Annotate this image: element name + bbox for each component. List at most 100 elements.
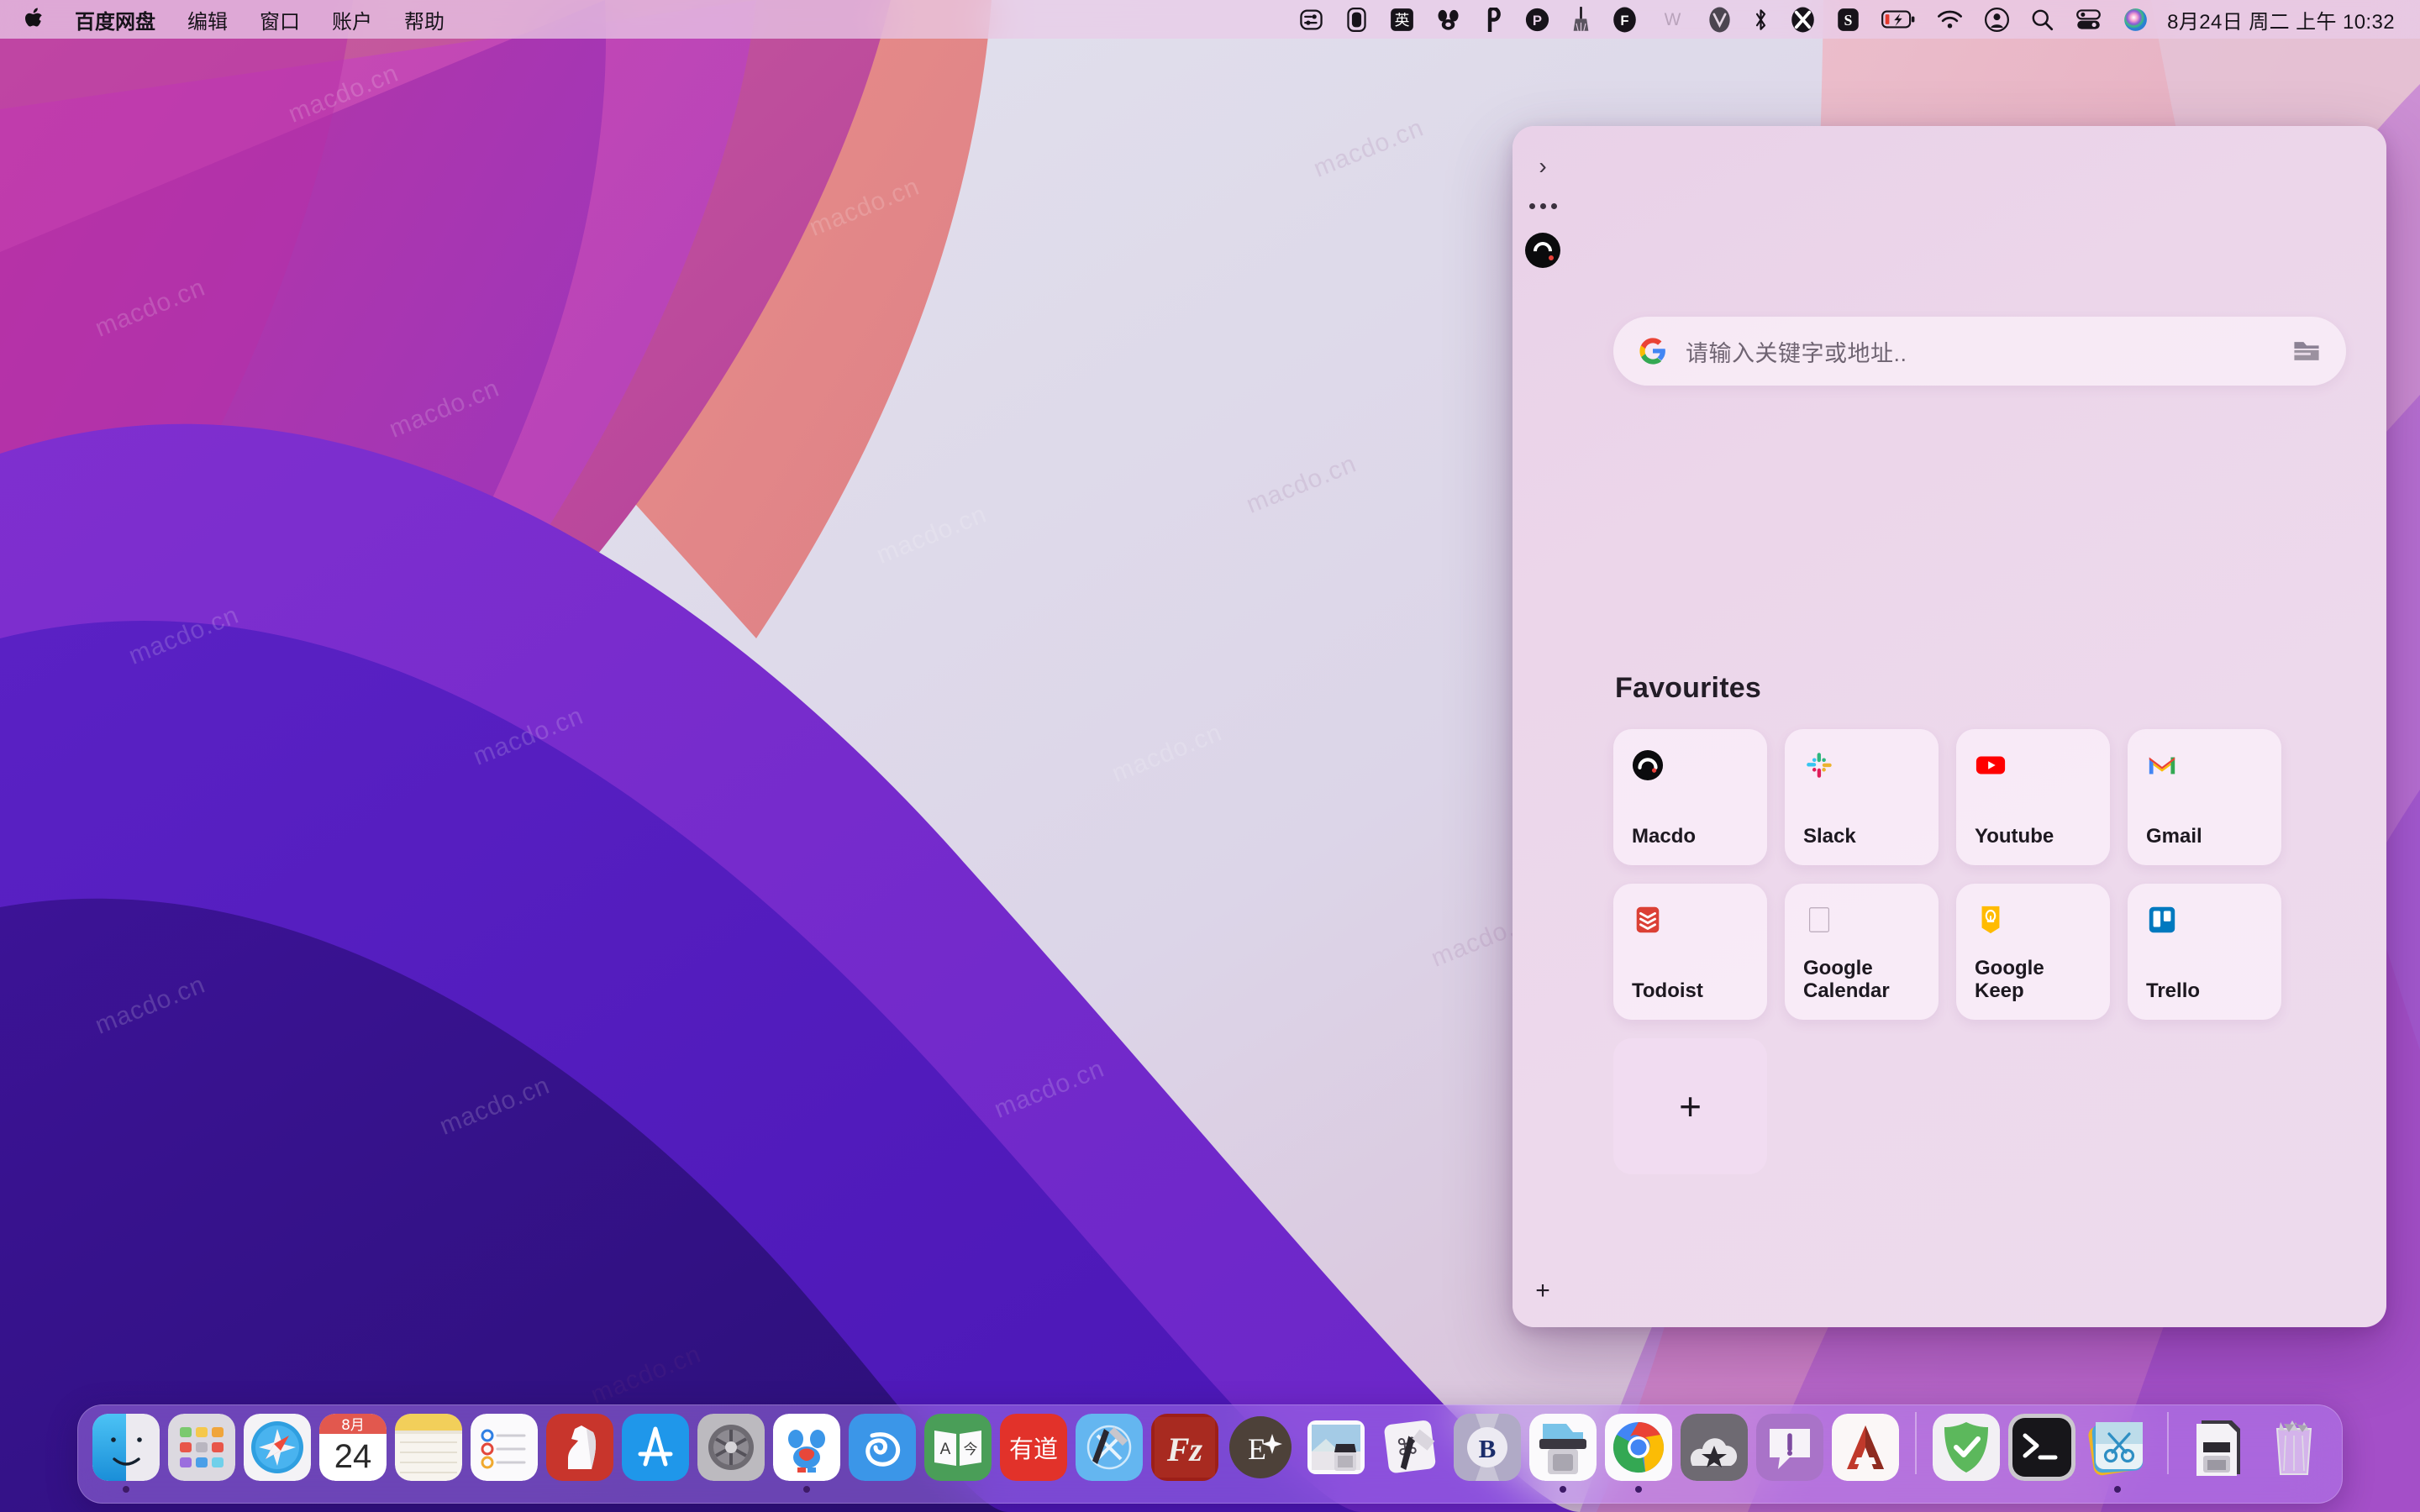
add-favourite-button[interactable]: + (1613, 1038, 1767, 1174)
dock-item-safari[interactable] (241, 1414, 313, 1493)
svg-text:英: 英 (1395, 12, 1410, 29)
w-app-icon[interactable]: W (1648, 0, 1697, 39)
siri-icon[interactable] (2112, 0, 2159, 39)
control-center-icon[interactable] (2065, 0, 2112, 39)
favourites-title: Favourites (1615, 672, 1761, 704)
favourite-tile-trello[interactable]: Trello (2128, 884, 2281, 1020)
bluetooth-icon[interactable] (1742, 0, 1780, 39)
more-dots-icon[interactable] (1528, 203, 1557, 209)
cloud-app-icon (849, 1414, 916, 1481)
x-app-icon[interactable] (1780, 0, 1826, 39)
s-app-icon[interactable]: S (1826, 0, 1870, 39)
menu-item-1[interactable]: 编辑 (171, 5, 244, 34)
dock-item-filezilla[interactable]: Fz (1149, 1414, 1221, 1493)
favourite-tile-google-keep[interactable]: Google Keep (1956, 884, 2110, 1020)
favourite-tile-youtube[interactable]: Youtube (1956, 729, 2110, 865)
dock-item-notes[interactable] (392, 1414, 465, 1493)
gmail-icon (2149, 757, 2175, 774)
dock-item-snipaste[interactable] (2081, 1414, 2154, 1493)
dock-separator-1 (1915, 1412, 1917, 1474)
sidebar-add-button[interactable]: + (1535, 1278, 1550, 1304)
dock-item-downloads[interactable] (2182, 1414, 2254, 1493)
dock-item-cloud-app[interactable] (846, 1414, 918, 1493)
dock-item-finder[interactable] (90, 1414, 162, 1493)
folder-icon[interactable] (2292, 339, 2321, 364)
dock-item-alert[interactable] (1754, 1414, 1826, 1493)
running-indicator (501, 1486, 508, 1493)
favourite-tile-gmail[interactable]: Gmail (2128, 729, 2281, 865)
dock-item-cloud-star[interactable] (1678, 1414, 1750, 1493)
dock-item-keyboard-maestro[interactable]: ⌘ (1376, 1414, 1448, 1493)
favourite-tile-google-calendar[interactable]: Google Calendar (1785, 884, 1939, 1020)
dock-item-bartender[interactable]: B (1451, 1414, 1523, 1493)
search-input[interactable]: 请输入关键字或地址.. (1613, 317, 2346, 386)
menu-item-2[interactable]: 窗口 (244, 5, 316, 34)
dock-item-youdao[interactable]: 有道 (997, 1414, 1070, 1493)
battery-charging-icon[interactable] (1870, 0, 1926, 39)
todoist-icon (1636, 906, 1660, 933)
search-area: 请输入关键字或地址.. (1613, 317, 2346, 386)
downloads-stack-icon (2185, 1414, 2252, 1481)
dock-item-adguard[interactable] (1930, 1414, 2002, 1493)
dock-item-chrome[interactable] (1602, 1414, 1675, 1493)
dock-item-scanner[interactable] (1527, 1414, 1599, 1493)
menu-bar-left: 百度网盘 编辑 窗口 账户 帮助 (0, 5, 460, 34)
favourite-tile-slack[interactable]: Slack (1785, 729, 1939, 865)
svg-text:F: F (1621, 13, 1629, 29)
dock-item-chess[interactable] (544, 1414, 616, 1493)
dock-item-launchpad[interactable] (166, 1414, 238, 1493)
macdo-dot (1549, 255, 1554, 260)
menu-item-3[interactable]: 账户 (316, 5, 388, 34)
dock-item-trash[interactable] (2258, 1414, 2330, 1493)
shortcuts-icon[interactable] (1288, 0, 1334, 39)
battery-widget-icon[interactable] (1334, 0, 1379, 39)
youtube-icon (1975, 756, 2006, 774)
xcode-icon (1076, 1414, 1143, 1481)
dock-item-app-store[interactable] (619, 1414, 692, 1493)
keyboard-maestro-icon: ⌘ (1378, 1414, 1445, 1481)
reminders-icon (471, 1414, 538, 1481)
dock-item-calendar[interactable]: 8月 24 (317, 1414, 389, 1493)
apple-menu-icon[interactable] (24, 7, 59, 32)
cleaner-broom-icon[interactable] (1560, 0, 1602, 39)
menu-bar-clock[interactable]: 8月24日 周二 上午 10:32 (2159, 5, 2398, 34)
input-source-chinese-icon[interactable]: 英 (1379, 0, 1425, 39)
notes-icon (395, 1414, 462, 1481)
wifi-icon[interactable] (1926, 0, 1974, 39)
dock-item-system-preferences[interactable] (695, 1414, 767, 1493)
menu-item-4[interactable]: 帮助 (388, 5, 460, 34)
trash-icon (2260, 1414, 2328, 1481)
terminal-icon (2008, 1414, 2075, 1481)
running-indicator (1106, 1486, 1113, 1493)
dock-item-et[interactable]: E (1224, 1414, 1297, 1493)
running-indicator (879, 1486, 886, 1493)
f-app-icon[interactable]: F (1602, 0, 1648, 39)
running-indicator (2215, 1486, 2222, 1493)
baidu-netdisk-icon[interactable] (1425, 0, 1473, 39)
user-account-icon[interactable] (1974, 0, 2020, 39)
baidu-netdisk-icon (773, 1414, 840, 1481)
preview-ink-icon (1302, 1414, 1370, 1481)
google-calendar-icon (1809, 907, 1829, 932)
dock-item-reminders[interactable] (468, 1414, 540, 1493)
macdo-logo-icon[interactable] (1525, 233, 1560, 268)
running-indicator (1711, 1486, 1718, 1493)
favourite-tile-macdo[interactable]: Macdo (1613, 729, 1767, 865)
chevron-right-icon[interactable]: › (1539, 155, 1546, 178)
alert-bubble-icon (1756, 1414, 1823, 1481)
dock-item-preview[interactable] (1300, 1414, 1372, 1493)
menu-item-0[interactable]: 百度网盘 (59, 5, 171, 34)
paypal-p-icon[interactable]: P (1514, 0, 1560, 39)
dock-item-baidu-netdisk[interactable] (771, 1414, 843, 1493)
dock-item-terminal[interactable] (2006, 1414, 2078, 1493)
dock-item-dictionary[interactable]: A今 (922, 1414, 994, 1493)
menu-bar: 百度网盘 编辑 窗口 账户 帮助 英 P F W S 8月24日 周二 上午 1… (0, 0, 2420, 39)
dock-item-xcode[interactable] (1073, 1414, 1145, 1493)
calendar-month: 8月 (341, 1417, 365, 1434)
v-app-icon[interactable] (1697, 0, 1742, 39)
dock-item-autocad[interactable] (1829, 1414, 1902, 1493)
running-indicator (1408, 1486, 1415, 1493)
paste-icon[interactable] (1473, 0, 1514, 39)
favourite-tile-todoist[interactable]: Todoist (1613, 884, 1767, 1020)
spotlight-search-icon[interactable] (2020, 0, 2065, 39)
